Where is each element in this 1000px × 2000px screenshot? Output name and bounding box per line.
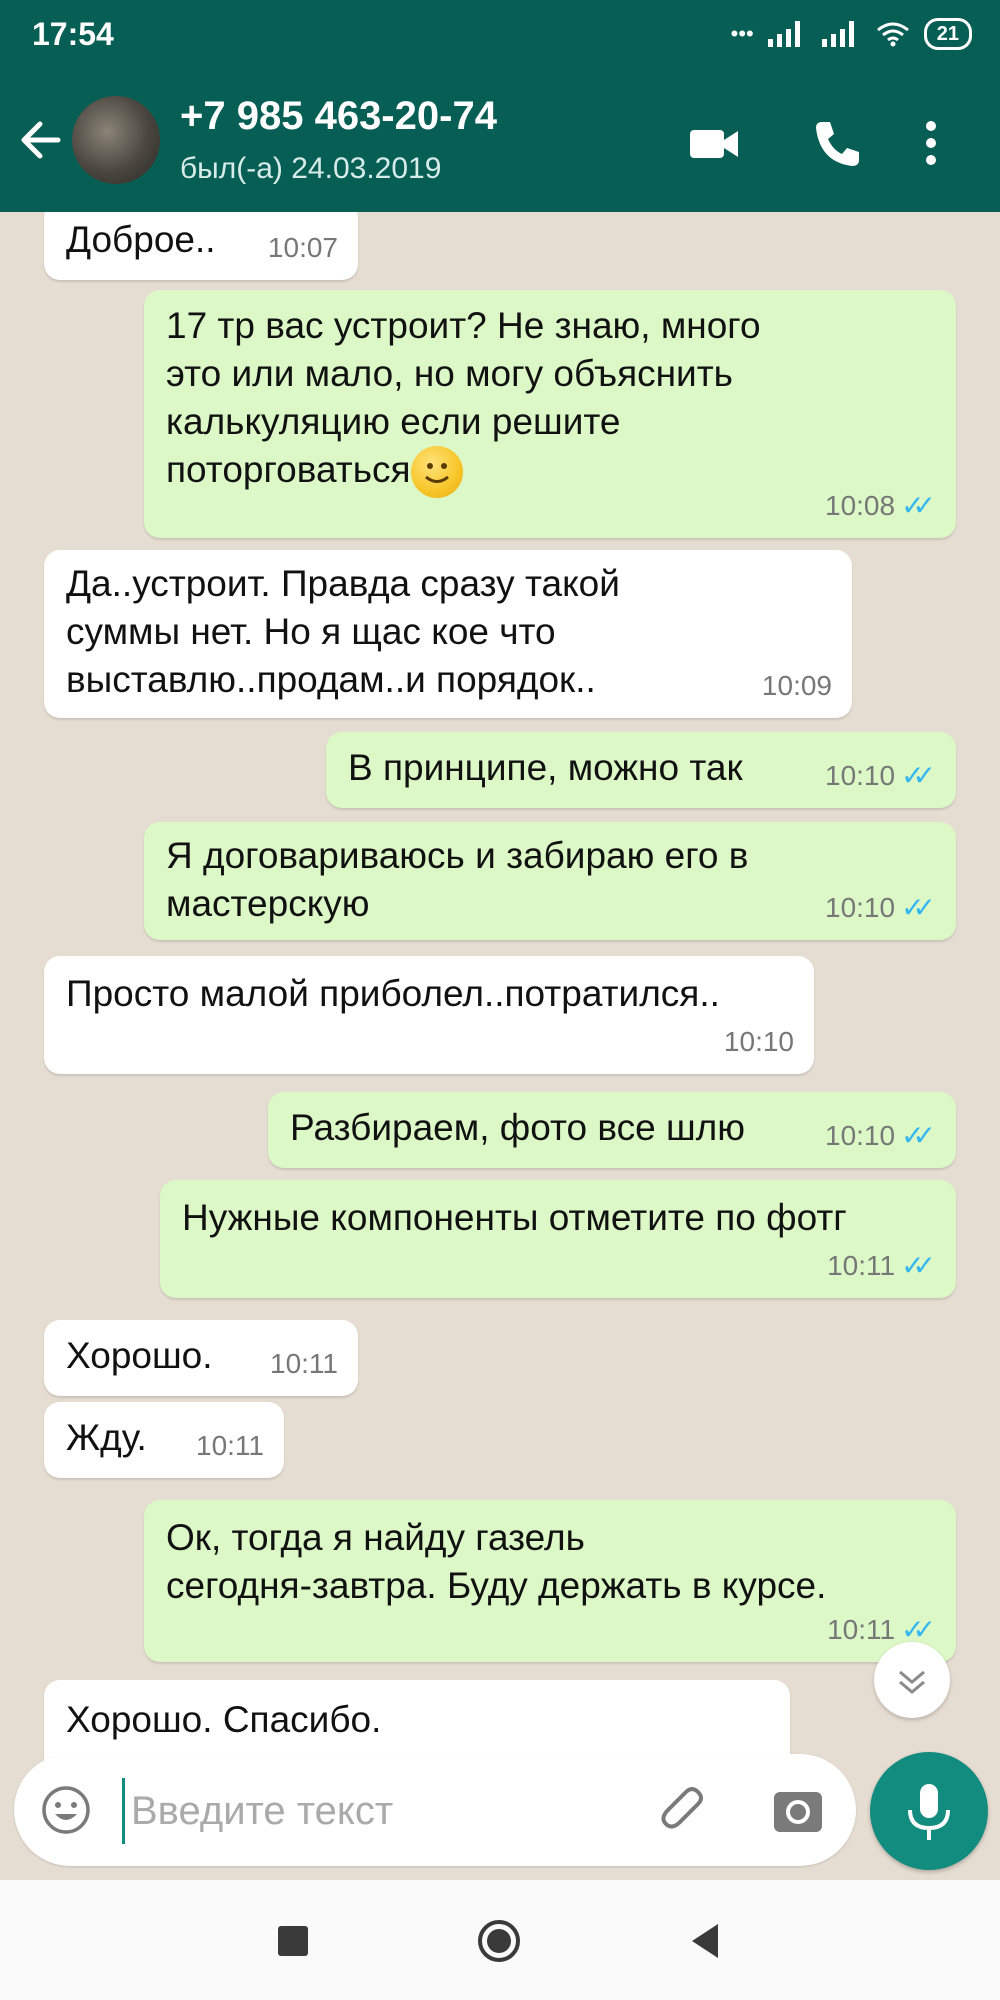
message-meta: 10:07 (267, 232, 338, 263)
mic-icon (908, 1784, 950, 1840)
message-meta: 10:08 ✓✓ (825, 482, 936, 530)
message-meta: 10:10 (723, 1026, 794, 1057)
read-ticks-icon: ✓✓ (901, 1120, 936, 1151)
message-composer (14, 1754, 856, 1866)
message-input[interactable] (122, 1778, 663, 1844)
message-outgoing[interactable]: Нужные компоненты отметите по фотг 10:11… (160, 1180, 956, 1298)
status-bar: 17:54 ••• 21 (0, 0, 1000, 70)
message-text: Доброе.. (66, 219, 216, 260)
message-text: Я договариваюсь и забираю его в мастерск… (166, 835, 749, 924)
message-text: Просто малой приболел..потратился.. (66, 973, 720, 1014)
message-incoming[interactable]: Просто малой приболел..потратился.. 10:1… (44, 956, 814, 1074)
message-outgoing[interactable]: Я договариваюсь и забираю его в мастерск… (144, 822, 956, 940)
read-ticks-icon: ✓✓ (901, 490, 936, 521)
signal-icon (767, 21, 808, 47)
message-text: Да..устроит. Правда сразу такой суммы не… (66, 563, 620, 700)
scroll-to-bottom-button[interactable] (874, 1642, 950, 1718)
home-icon[interactable] (476, 1918, 522, 1964)
slightly-smiling-face-icon (410, 446, 463, 499)
message-text: Жду. (66, 1417, 147, 1458)
message-text: В принципе, можно так (348, 747, 743, 788)
more-vert-icon[interactable] (918, 118, 944, 168)
message-outgoing[interactable]: Разбираем, фото все шлю 10:10 ✓✓ (268, 1092, 956, 1168)
message-meta: 10:10 ✓✓ (825, 884, 936, 932)
message-meta: 10:10 ✓✓ (825, 1112, 936, 1160)
attach-icon[interactable] (656, 1782, 712, 1838)
message-text: 17 тр вас устроит? Не знаю, много это ил… (166, 302, 761, 499)
emoji-icon[interactable] (38, 1782, 94, 1838)
last-seen: был(-а) 24.03.2019 (180, 152, 442, 185)
chevron-double-down-icon (899, 1670, 925, 1694)
message-text: Ок, тогда я найду газель сегодня-завтра.… (166, 1517, 827, 1606)
recents-icon[interactable] (270, 1918, 316, 1964)
message-meta: 10:10 ✓✓ (825, 752, 936, 800)
wifi-icon (876, 22, 909, 47)
read-ticks-icon: ✓✓ (901, 1250, 936, 1281)
phone-icon[interactable] (808, 118, 864, 168)
message-outgoing[interactable]: Ок, тогда я найду газель сегодня-завтра.… (144, 1500, 956, 1662)
message-text: Разбираем, фото все шлю (290, 1107, 745, 1148)
clock: 17:54 (32, 16, 114, 52)
system-indicators: ••• 21 (731, 18, 972, 50)
camera-icon[interactable] (770, 1782, 826, 1838)
message-text: Хорошо. Спасибо. (66, 1699, 382, 1740)
message-list[interactable]: Доброе.. 10:07 17 тр вас устроит? Не зна… (0, 212, 1000, 1880)
message-incoming[interactable]: Доброе.. 10:07 (44, 212, 358, 280)
read-ticks-icon: ✓✓ (901, 760, 936, 791)
chat-header: +7 985 463-20-74 был(-а) 24.03.2019 (0, 70, 1000, 212)
back-nav-icon[interactable] (682, 1918, 728, 1964)
message-incoming[interactable]: Жду. 10:11 (44, 1402, 284, 1478)
message-outgoing[interactable]: В принципе, можно так 10:10 ✓✓ (326, 732, 956, 808)
contact-name[interactable]: +7 985 463-20-74 (180, 94, 497, 139)
message-outgoing[interactable]: 17 тр вас устроит? Не знаю, много это ил… (144, 290, 956, 538)
video-call-icon[interactable] (686, 118, 742, 168)
read-ticks-icon: ✓✓ (901, 892, 936, 923)
signal-icon (821, 21, 862, 47)
message-text: Хорошо. (66, 1335, 213, 1376)
message-text: Нужные компоненты отметите по фотг (182, 1197, 847, 1238)
battery-icon: 21 (923, 18, 972, 50)
avatar[interactable] (72, 96, 160, 184)
system-nav-bar (0, 1880, 1000, 2000)
message-meta: 10:09 (761, 670, 832, 701)
message-incoming[interactable]: Да..устроит. Правда сразу такой суммы не… (44, 550, 852, 718)
message-meta: 10:11 ✓✓ (827, 1242, 936, 1290)
message-incoming[interactable]: Хорошо. 10:11 (44, 1320, 358, 1396)
dots-icon: ••• (730, 21, 754, 46)
message-meta: 10:11 (270, 1348, 338, 1379)
message-meta: 10:11 (196, 1430, 264, 1461)
back-arrow-icon[interactable] (14, 110, 68, 170)
voice-message-button[interactable] (870, 1752, 988, 1870)
